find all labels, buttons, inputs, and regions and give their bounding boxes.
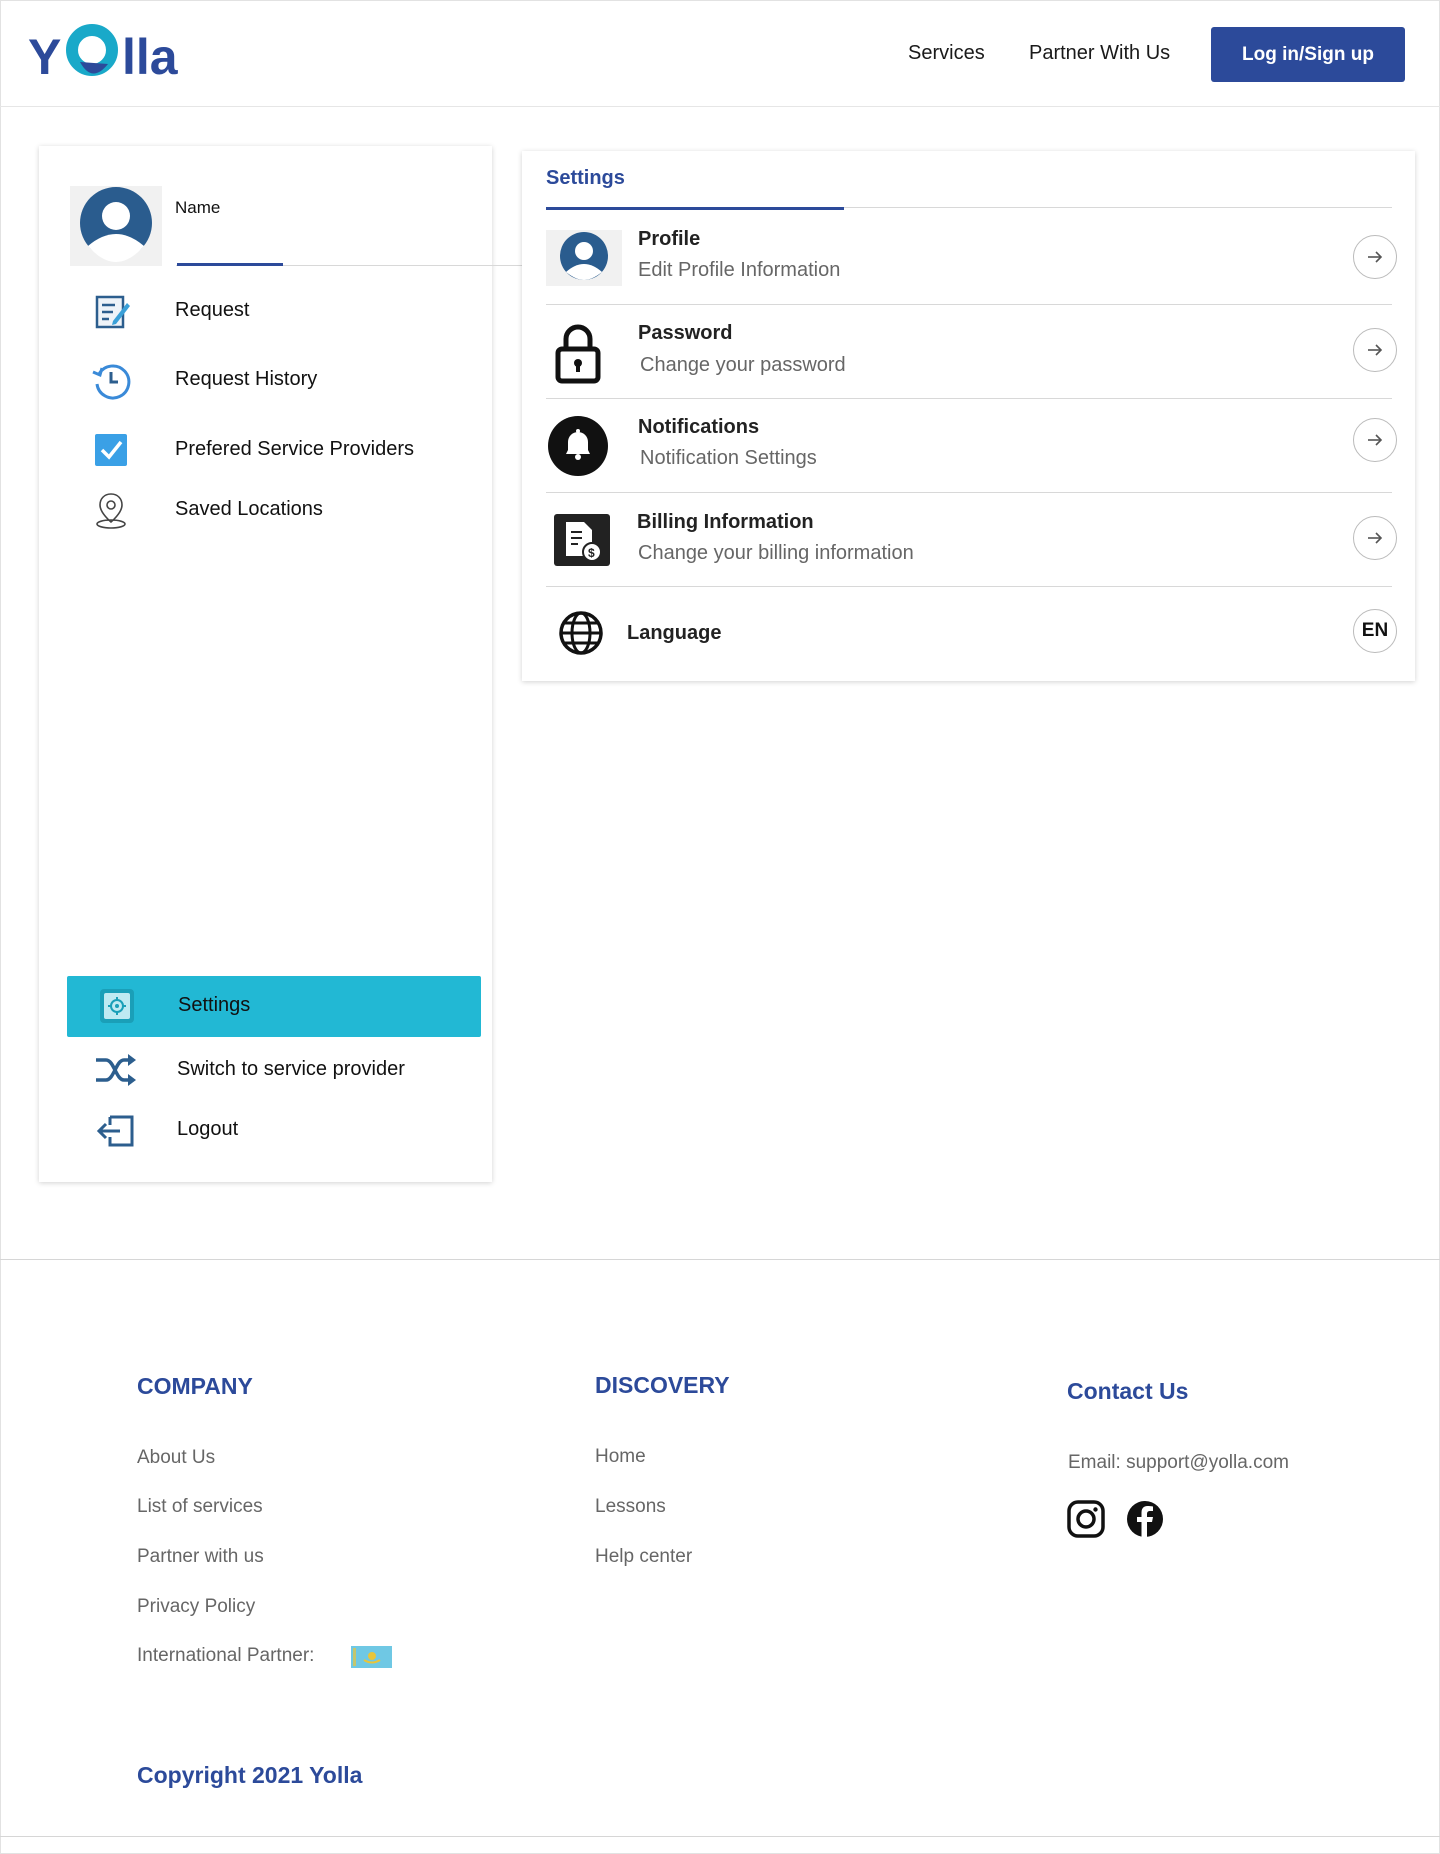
profile-arrow-button[interactable]	[1353, 235, 1397, 279]
location-pin-icon	[96, 493, 126, 529]
footer-contact-heading: Contact Us	[1067, 1378, 1189, 1404]
settings-panel: Settings Profile Edit Profile Informatio…	[522, 151, 1415, 681]
history-clock-icon	[92, 364, 131, 400]
sidebar-item-request[interactable]: Request	[39, 285, 492, 335]
shuffle-icon	[96, 1054, 136, 1086]
arrow-right-icon	[1368, 532, 1383, 544]
footer-link-home[interactable]: Home	[595, 1446, 646, 1468]
language-select-button[interactable]: EN	[1353, 609, 1397, 653]
sidebar-item-request-history[interactable]: Request History	[39, 354, 492, 404]
sidebar-item-label: Settings	[178, 994, 251, 1016]
svg-text:$: $	[588, 546, 595, 560]
notifications-arrow-button[interactable]	[1353, 418, 1397, 462]
billing-document-icon: $	[554, 514, 610, 566]
flag-emblem	[353, 1648, 381, 1666]
footer-copyright: Copyright 2021 Yolla	[137, 1762, 363, 1788]
footer-link-help-center[interactable]: Help center	[595, 1546, 692, 1568]
arrow-right-icon	[1368, 434, 1383, 446]
footer-bottom-divider	[0, 1836, 1440, 1837]
footer-link-services[interactable]: List of services	[137, 1496, 263, 1518]
footer-link-privacy[interactable]: Privacy Policy	[137, 1596, 255, 1618]
user-name: Name	[175, 198, 221, 217]
row-title: Profile	[638, 228, 701, 250]
sidebar-item-preferred-providers[interactable]: Prefered Service Providers	[39, 424, 492, 474]
footer-divider	[0, 1259, 1440, 1260]
settings-row-profile[interactable]: Profile Edit Profile Information	[546, 208, 1397, 301]
globe-icon	[559, 611, 603, 655]
account-sidebar: Name Request Request History Prefered Se…	[39, 146, 524, 1182]
divider	[546, 304, 1392, 305]
svg-text:lla: lla	[122, 29, 179, 84]
logout-icon	[96, 1115, 134, 1147]
settings-row-billing[interactable]: $ Billing Information Change your billin…	[546, 494, 1397, 587]
settings-gear-icon	[100, 989, 134, 1023]
footer-link-about[interactable]: About Us	[137, 1447, 215, 1469]
row-subtitle: Change your password	[640, 354, 846, 376]
row-title: Password	[638, 322, 733, 344]
instagram-icon[interactable]	[1067, 1500, 1105, 1538]
footer-link-partner[interactable]: Partner with us	[137, 1546, 264, 1568]
billing-arrow-button[interactable]	[1353, 516, 1397, 560]
sidebar-item-settings[interactable]: Settings	[67, 976, 481, 1037]
row-subtitle: Change your billing information	[638, 542, 914, 564]
sidebar-item-logout[interactable]: Logout	[39, 1103, 492, 1155]
divider	[546, 586, 1392, 587]
nav-services[interactable]: Services	[908, 42, 985, 65]
row-title: Notifications	[638, 416, 760, 438]
footer-company-heading: COMPANY	[137, 1373, 253, 1399]
sidebar-item-label: Prefered Service Providers	[175, 438, 414, 460]
sidebar-item-label: Saved Locations	[175, 498, 323, 520]
sidebar-item-label: Switch to service provider	[177, 1058, 405, 1080]
login-signup-button[interactable]: Log in/Sign up	[1211, 27, 1405, 82]
password-arrow-button[interactable]	[1353, 328, 1397, 372]
settings-row-notifications[interactable]: Notifications Notification Settings	[546, 400, 1397, 493]
footer-link-international-partner[interactable]: International Partner:	[137, 1645, 314, 1667]
sidebar-item-saved-locations[interactable]: Saved Locations	[39, 484, 492, 534]
lock-icon	[555, 324, 601, 384]
arrow-right-icon	[1368, 251, 1383, 263]
row-subtitle: Edit Profile Information	[638, 259, 841, 281]
bell-icon	[548, 416, 608, 476]
arrow-right-icon	[1368, 344, 1383, 356]
nav-partner-with-us[interactable]: Partner With Us	[1029, 42, 1170, 65]
footer-link-lessons[interactable]: Lessons	[595, 1496, 666, 1518]
footer-discovery-heading: DISCOVERY	[595, 1372, 730, 1398]
settings-row-language[interactable]: Language EN	[546, 588, 1397, 681]
divider	[546, 398, 1392, 399]
request-form-icon	[95, 295, 130, 329]
site-header: Y lla Services Partner With Us Log in/Si…	[0, 0, 1440, 107]
sidebar-item-switch-provider[interactable]: Switch to service provider	[39, 1043, 492, 1095]
sidebar-item-label: Logout	[177, 1118, 239, 1140]
avatar[interactable]	[70, 186, 162, 266]
sidebar-item-label: Request	[175, 299, 250, 321]
row-title: Language	[627, 622, 722, 644]
panel-title: Settings	[546, 167, 625, 189]
sidebar-item-label: Request History	[175, 368, 318, 390]
active-underline	[177, 263, 283, 266]
user-avatar-icon	[80, 187, 152, 262]
svg-text:Y: Y	[28, 29, 61, 84]
yolla-logo[interactable]: Y lla	[28, 18, 190, 84]
user-avatar-icon	[546, 230, 622, 286]
footer-contact-email[interactable]: Email: support@yolla.com	[1068, 1452, 1289, 1474]
settings-row-password[interactable]: Password Change your password	[546, 306, 1397, 399]
kazakhstan-flag-icon[interactable]	[351, 1646, 392, 1668]
row-title: Billing Information	[637, 511, 814, 533]
divider	[546, 492, 1392, 493]
facebook-icon[interactable]	[1126, 1500, 1164, 1538]
row-subtitle: Notification Settings	[640, 447, 817, 469]
checkbox-checked-icon	[95, 434, 127, 466]
